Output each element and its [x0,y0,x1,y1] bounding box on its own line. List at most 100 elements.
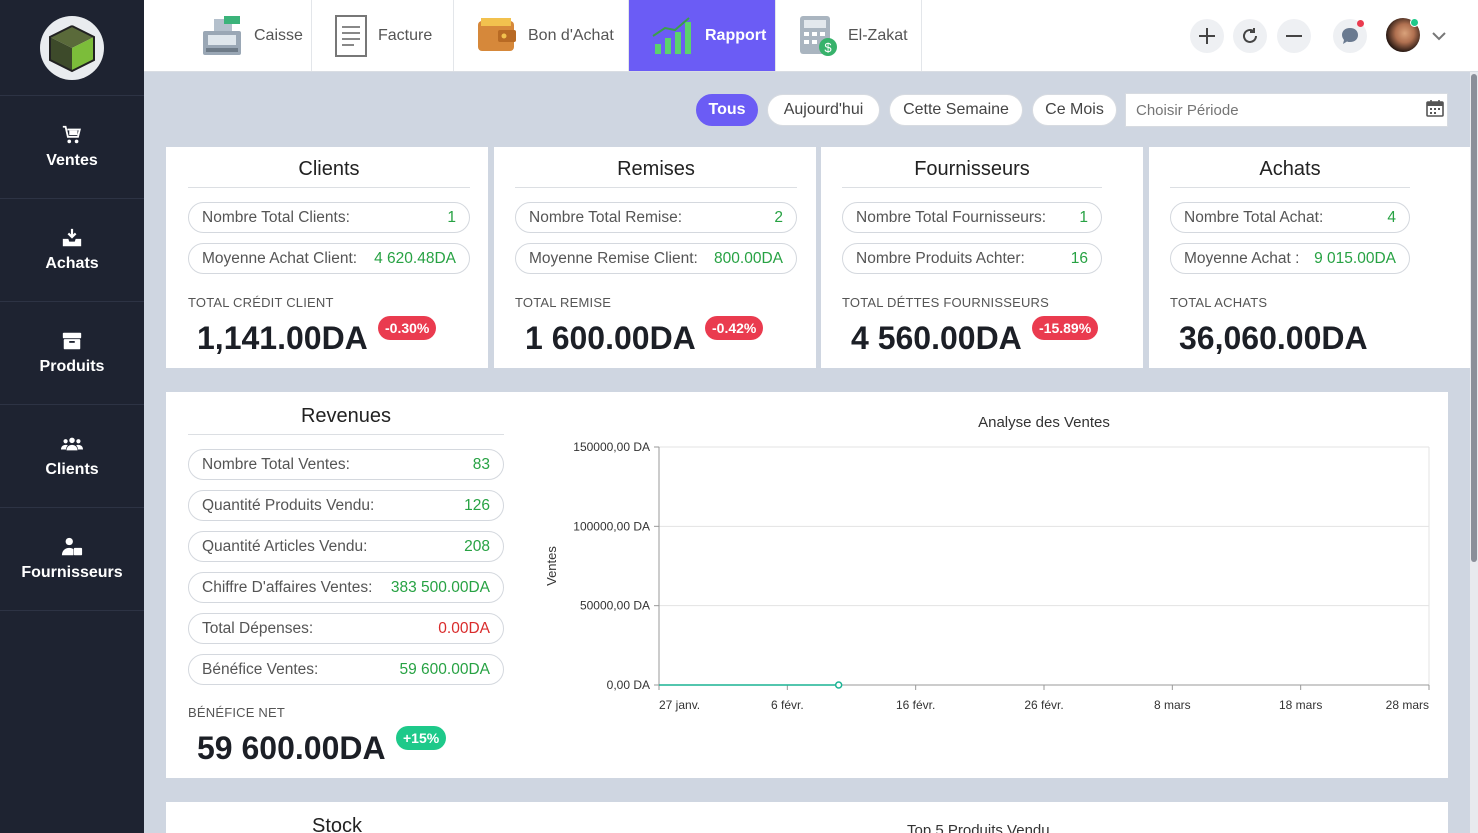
card-title: Revenues [188,405,504,435]
wallet-icon [478,17,516,51]
total-value: 1,141.00DA [197,320,368,356]
clients-card: Clients Nombre Total Clients: 1 Moyenne A… [166,147,488,368]
total-label: TOTAL CRÉDIT CLIENT [188,295,334,310]
sidebar: Ventes Achats Produits Clients Fournisse… [0,0,144,833]
stat-label: Nombre Total Achat: [1184,208,1324,226]
avatar[interactable] [1386,18,1420,52]
sales-chart: Analyse des Ventes Ventes 0,00 DA 50000,00 … [544,414,1430,712]
net-badge: +15% [396,726,447,750]
calendar-icon[interactable] [1426,99,1444,117]
stat-label: Bénéfice Ventes: [202,660,319,678]
total-label: TOTAL ACHATS [1170,295,1268,310]
stat-label: Quantité Articles Vendu: [202,537,368,555]
bar-chart-icon [652,16,691,54]
sidebar-item-ventes[interactable]: Ventes [0,96,144,199]
stat-label: Moyenne Remise Client: [529,249,698,267]
cart-icon [62,125,81,144]
tab-caisse[interactable]: Caisse [178,0,312,71]
tab-rapport[interactable]: Rapport [629,0,776,71]
total-label: TOTAL REMISE [515,295,612,310]
x-tick-label: 26 févr. [1024,698,1063,712]
tab-label: Rapport [705,26,767,44]
y-tick-label: 50000,00 DA [580,599,650,613]
stat-value: 800.00DA [714,249,783,267]
card-title: Remises [515,158,797,188]
x-tick-label: 8 mars [1154,698,1191,712]
stat-label: Nombre Total Remise: [529,208,683,226]
stat-row: Nombre Total Achat: 4 [1170,202,1410,233]
sidebar-item-achats[interactable]: Achats [0,199,144,302]
stat-label: Nombre Total Ventes: [202,455,350,473]
total-value: 36,060.00DA [1179,320,1368,356]
filter-today-button[interactable]: Aujourd'hui [767,94,880,126]
stat-row: Quantité Articles Vendu: 208 [188,531,504,562]
total-value: 1 600.00DA [525,320,696,356]
card-title: Clients [188,158,470,188]
inbox-download-icon [62,228,82,247]
achats-card: Achats Nombre Total Achat: 4 Moyenne Acha… [1149,147,1471,368]
chart-title: Analyse des Ventes [978,414,1110,431]
app-logo[interactable] [0,0,144,96]
stat-value: 1 [447,208,456,226]
stat-value: 383 500.00DA [390,578,490,596]
sidebar-item-produits[interactable]: Produits [0,302,144,405]
stat-value: 4 [1387,208,1396,226]
stat-value: 1 [1079,208,1088,226]
refresh-button[interactable] [1233,19,1267,53]
stat-value: 83 [472,455,490,473]
chevron-down-icon[interactable] [1432,31,1446,41]
stat-row: Quantité Produits Vendu: 126 [188,490,504,521]
card-title: Achats [1170,158,1410,188]
stock-card: Stock Top 5 Produits Vendu [166,802,1448,833]
y-tick-label: 0,00 DA [607,678,650,692]
refresh-icon [1243,28,1257,43]
chat-icon [1342,28,1358,44]
stat-value: 4 620.48DA [374,249,456,267]
stat-row: Total Dépenses: 0.00DA [188,613,504,644]
stat-row: Nombre Total Ventes: 83 [188,449,504,480]
total-value: 4 560.00DA [851,320,1022,356]
trend-badge: -0.30% [378,316,437,340]
revenues-card: Revenues Nombre Total Ventes: 83 Quantité… [166,392,1448,778]
tab-bon-achat[interactable]: Bon d'Achat [454,0,629,71]
calculator-icon: $ [800,15,837,56]
x-tick-label: 18 mars [1279,698,1322,712]
sidebar-item-label: Fournisseurs [21,564,123,581]
stat-value: 126 [464,496,490,514]
y-axis-label: Ventes [544,546,559,586]
sidebar-item-clients[interactable]: Clients [0,405,144,508]
notification-dot [1357,20,1364,27]
x-tick-label: 28 mars [1386,698,1429,712]
filter-month-button[interactable]: Ce Mois [1032,94,1117,126]
filter-week-button[interactable]: Cette Semaine [889,94,1023,126]
stat-row: Chiffre D'affaires Ventes: 383 500.00DA [188,572,504,603]
stat-row: Nombre Total Fournisseurs: 1 [842,202,1102,233]
minimize-button[interactable] [1277,19,1311,53]
period-picker-input[interactable] [1125,93,1448,127]
stat-value: 0.00DA [438,619,490,637]
net-value: 59 600.00DA [197,730,386,766]
y-tick-label: 150000,00 DA [573,440,650,454]
tab-label: Caisse [254,26,303,44]
tab-label: Facture [378,26,433,44]
fournisseurs-card: Fournisseurs Nombre Total Fournisseurs: 1… [821,147,1143,368]
x-tick-label: 27 janv. [659,698,700,712]
tab-label: Bon d'Achat [528,26,614,44]
y-tick-label: 100000,00 DA [573,519,650,533]
stat-label: Nombre Total Clients: [202,208,350,226]
stat-value: 16 [1070,249,1088,267]
filter-tous-button[interactable]: Tous [696,94,758,126]
stat-label: Chiffre D'affaires Ventes: [202,578,373,596]
stat-row: Moyenne Achat Client: 4 620.48DA [188,243,470,274]
stat-row: Bénéfice Ventes: 59 600.00DA [188,654,504,685]
users-icon [61,437,83,451]
tab-el-zakat[interactable]: $ El-Zakat [776,0,922,71]
box-icon [62,332,82,350]
add-button[interactable] [1190,19,1224,53]
tab-facture[interactable]: Facture [312,0,454,71]
stat-row: Nombre Total Clients: 1 [188,202,470,233]
page-scrollbar[interactable] [1470,72,1478,833]
chat-button[interactable] [1333,19,1367,53]
sidebar-item-fournisseurs[interactable]: Fournisseurs [0,508,144,611]
scrollbar-thumb[interactable] [1471,74,1477,562]
